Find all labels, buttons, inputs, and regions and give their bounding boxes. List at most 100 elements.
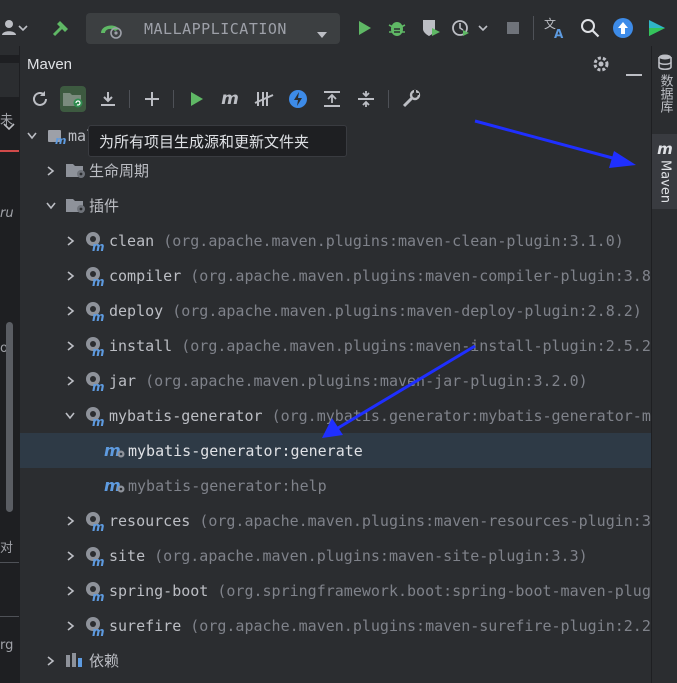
database-tab-label: 数据库 [657, 74, 673, 113]
tree-node-plugins[interactable]: 插件 [20, 188, 652, 223]
tree-plugin-site[interactable]: m site (org.apache.maven.plugins:maven-s… [20, 538, 652, 573]
translate-icon[interactable]: 文A [541, 14, 569, 42]
plugin-name: install [109, 336, 173, 355]
editor-fragment: rg [0, 638, 14, 653]
plugins-folder-icon [65, 195, 85, 215]
svg-text:m: m [92, 415, 105, 427]
svg-text:m: m [104, 476, 121, 495]
maven-plugin-icon: m [84, 615, 105, 639]
tree-plugin-compiler[interactable]: m compiler (org.apache.maven.plugins:mav… [20, 258, 652, 293]
plugin-coordinates: (org.apache.maven.plugins:maven-jar-plug… [145, 371, 588, 390]
maven-goal-icon[interactable]: m [217, 86, 243, 112]
chevron-down-icon[interactable] [65, 411, 75, 421]
plugin-coordinates: (org.apache.maven.plugins:maven-compiler… [190, 266, 651, 285]
svg-text:m: m [92, 625, 105, 637]
chevron-right-icon[interactable] [46, 655, 56, 666]
tree-plugin-clean[interactable]: m clean (org.apache.maven.plugins:maven-… [20, 223, 652, 258]
plugin-name: jar [109, 371, 137, 390]
gear-icon[interactable] [592, 55, 610, 77]
plugin-name: spring-boot [109, 581, 209, 600]
run-icon[interactable] [352, 14, 376, 42]
chevron-right-icon[interactable] [66, 305, 76, 316]
editor-scrollbar[interactable] [6, 322, 13, 512]
svg-text:m: m [92, 275, 105, 287]
tree-plugin-surefire[interactable]: m surefire (org.apache.maven.plugins:mav… [20, 608, 652, 643]
chevron-right-icon[interactable] [66, 620, 76, 631]
plugin-coordinates: (org.apache.maven.plugins:maven-resource… [199, 511, 651, 530]
tree-goal-generate[interactable]: m mybatis-generator:generate [20, 433, 652, 468]
profile-icon[interactable] [450, 14, 490, 42]
maven-tab[interactable]: m Maven [652, 134, 677, 209]
show-dependencies-icon[interactable] [319, 86, 345, 112]
tree-node-dependencies[interactable]: 依赖 [20, 643, 652, 678]
svg-text:m: m [104, 441, 121, 460]
plugin-icon[interactable] [645, 14, 669, 42]
plugin-coordinates: (org.springframework.boot:spring-boot-ma… [217, 581, 652, 600]
tree-goal-help[interactable]: m mybatis-generator:help [20, 468, 652, 503]
chevron-right-icon[interactable] [66, 340, 76, 351]
plugin-name: clean [109, 231, 155, 250]
goal-label: mybatis-generator:generate [128, 441, 363, 460]
minimize-icon[interactable] [626, 62, 642, 81]
run-configuration-selector[interactable]: MALLAPPLICATION [86, 13, 340, 44]
chevron-right-icon[interactable] [66, 585, 76, 596]
database-tab[interactable]: 数据库 [652, 54, 677, 113]
maven-toolbar: m [20, 84, 652, 114]
tree-plugin-mybatis-generator[interactable]: m mybatis-generator (org.mybatis.generat… [20, 398, 652, 433]
update-icon[interactable] [611, 14, 635, 42]
maven-goal-icon: m [104, 476, 125, 496]
tree-plugin-resources[interactable]: m resources (org.apache.maven.plugins:ma… [20, 503, 652, 538]
maven-plugin-icon: m [84, 230, 105, 254]
editor-fragment: ru [0, 206, 14, 221]
run-icon[interactable] [183, 86, 209, 112]
chevron-right-icon[interactable] [66, 235, 76, 246]
maven-tab-icon: m [657, 140, 673, 158]
chevron-down-icon[interactable] [46, 201, 56, 211]
stop-icon[interactable] [502, 14, 524, 42]
chevron-right-icon[interactable] [66, 515, 76, 526]
toolbar-divider [533, 16, 534, 40]
tree-plugin-deploy[interactable]: m deploy (org.apache.maven.plugins:maven… [20, 293, 652, 328]
plugin-coordinates: (org.apache.maven.plugins:maven-clean-pl… [163, 231, 624, 250]
add-icon[interactable] [139, 86, 165, 112]
chevron-right-icon[interactable] [66, 550, 76, 561]
user-icon[interactable] [0, 14, 30, 42]
chevron-right-icon[interactable] [66, 375, 76, 386]
svg-text:m: m [92, 555, 105, 567]
plugin-coordinates: (org.apache.maven.plugins:maven-surefire… [190, 616, 652, 635]
tree-plugin-install[interactable]: m install (org.apache.maven.plugins:mave… [20, 328, 652, 363]
chevron-right-icon[interactable] [46, 165, 56, 176]
maven-plugin-icon: m [84, 545, 105, 569]
plugin-name: resources [109, 511, 191, 530]
settings-wrench-icon[interactable] [398, 86, 424, 112]
search-icon[interactable] [578, 14, 602, 42]
collapse-icon[interactable] [353, 86, 379, 112]
maven-plugin-icon: m [84, 370, 105, 394]
maven-plugin-icon: m [84, 335, 105, 359]
error-marker [0, 150, 19, 152]
offline-icon[interactable] [285, 86, 311, 112]
right-tool-stripe: 数据库 m Maven [651, 46, 677, 683]
skip-tests-icon[interactable] [251, 86, 277, 112]
tree-plugin-spring-boot[interactable]: m spring-boot (org.springframework.boot:… [20, 573, 652, 608]
chevron-down-icon[interactable] [27, 131, 37, 141]
chevron-right-icon[interactable] [66, 270, 76, 281]
tree-node-lifecycle[interactable]: 生命周期 [20, 153, 652, 188]
maven-plugin-icon: m [84, 405, 105, 429]
maven-title: Maven [27, 55, 73, 73]
plugin-coordinates: (org.mybatis.generator:mybatis-generator… [271, 406, 652, 425]
generate-sources-icon[interactable] [60, 86, 86, 112]
reload-icon[interactable] [27, 86, 53, 112]
plugin-name: deploy [109, 301, 164, 320]
maven-header: Maven [20, 46, 652, 82]
run-config-icon [98, 18, 124, 44]
svg-text:m: m [92, 380, 105, 392]
plugin-coordinates: (org.apache.maven.plugins:maven-install-… [181, 336, 652, 355]
download-icon[interactable] [95, 86, 121, 112]
debug-icon[interactable] [385, 14, 409, 42]
hammer-icon[interactable] [48, 14, 74, 42]
database-icon [658, 54, 672, 70]
coverage-icon[interactable] [418, 14, 444, 42]
tree-plugin-jar[interactable]: m jar (org.apache.maven.plugins:maven-ja… [20, 363, 652, 398]
lifecycle-folder-icon [65, 160, 85, 180]
